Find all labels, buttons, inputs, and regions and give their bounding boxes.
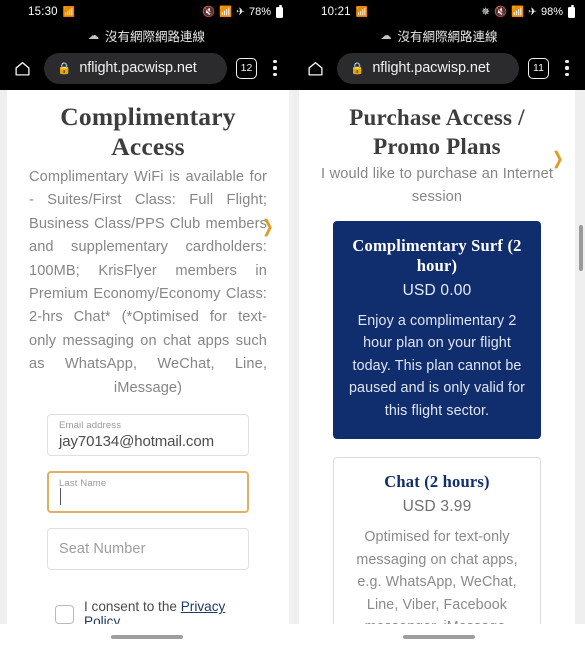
phone-screen-left: 15:30 📶 🔇 📶 ✈ 78% ☁ 沒有網際網路連線 🔒 nflight.p…	[0, 0, 293, 650]
page-edge-strip	[0, 90, 7, 624]
cloud-off-icon: ☁	[87, 29, 99, 42]
home-icon[interactable]	[9, 55, 35, 81]
offline-notification: ☁ 沒有網際網路連線	[0, 24, 293, 46]
status-bar: 10:21 📶 ✵ 🔇 📶 ✈ 98%	[293, 0, 585, 24]
status-clock: 10:21	[321, 6, 351, 18]
cloud-off-icon: ☁	[380, 29, 392, 42]
mute-icon: 🔇	[202, 5, 216, 18]
chevron-up-icon[interactable]: ❭	[261, 218, 275, 235]
page-title: Complimentary Access	[60, 102, 236, 161]
lock-icon: 🔒	[57, 63, 72, 75]
phone-screen-right: 10:21 📶 ✵ 🔇 📶 ✈ 98% ☁ 沒有網際網路連線 🔒 nflight…	[293, 0, 585, 650]
status-icons: ✵ 🔇 📶 ✈ 98%	[481, 0, 575, 24]
battery-icon	[568, 4, 575, 18]
page-viewport-left[interactable]: Complimentary Access Complimentary WiFi …	[0, 90, 293, 624]
url-text: nflight.pacwisp.net	[372, 60, 490, 76]
tab-switcher-button[interactable]: 12	[236, 57, 257, 79]
browser-toolbar: 🔒 nflight.pacwisp.net 12	[0, 46, 293, 90]
plan-card[interactable]: Complimentary Surf (2 hour) USD 0.00 Enj…	[333, 220, 541, 440]
kebab-menu-icon[interactable]	[558, 55, 576, 81]
lock-icon: 🔒	[350, 63, 365, 75]
page-viewport-right[interactable]: Purchase Access / Promo Plans I would li…	[293, 90, 585, 624]
tab-switcher-button[interactable]: 11	[528, 57, 549, 79]
wifi-icon: 📶	[355, 6, 369, 18]
seat-number-field[interactable]: Seat Number	[47, 528, 249, 571]
plan-name: Complimentary Surf (2 hour)	[352, 235, 522, 275]
last-name-field[interactable]: Last Name	[47, 471, 249, 514]
status-icons: 🔇 📶 ✈ 78%	[202, 0, 283, 24]
plan-description: Optimised for text-only messaging on cha…	[356, 529, 518, 624]
purchase-subtitle: I would like to purchase an Internet ses…	[321, 166, 553, 206]
offline-text: 沒有網際網路連線	[397, 29, 498, 44]
vertical-scrollbar[interactable]	[579, 225, 583, 271]
dual-screenshot-container: 15:30 📶 🔇 📶 ✈ 78% ☁ 沒有網際網路連線 🔒 nflight.p…	[0, 0, 585, 650]
mute-icon: 🔇	[494, 5, 508, 18]
url-text: nflight.pacwisp.net	[79, 60, 197, 76]
offline-text: 沒有網際網路連線	[104, 29, 205, 44]
airplane-mode-icon: ✈	[528, 5, 537, 18]
address-bar[interactable]: 🔒 nflight.pacwisp.net	[337, 52, 519, 84]
page-title: Purchase Access / Promo Plans	[349, 105, 525, 159]
battery-percent: 78%	[248, 6, 271, 18]
kebab-menu-icon[interactable]	[266, 55, 284, 81]
text-cursor	[60, 488, 62, 506]
email-field-label: Email address	[59, 420, 122, 432]
wifi-icon: 📶	[511, 5, 525, 18]
bluetooth-icon: ✵	[481, 5, 490, 18]
plan-price: USD 3.99	[402, 498, 472, 516]
offline-notification: ☁ 沒有網際網路連線	[293, 24, 585, 46]
web-page-left: Complimentary Access Complimentary WiFi …	[7, 90, 289, 624]
page-edge-strip-right	[575, 90, 585, 624]
connect-form: Email address jay70134@hotmail.com Last …	[29, 414, 267, 624]
plan-name: Chat (2 hours)	[384, 472, 490, 492]
consent-label: I consent to the Privacy Policy	[84, 599, 247, 624]
last-name-field-label: Last Name	[59, 478, 107, 490]
status-bar: 15:30 📶 🔇 📶 ✈ 78%	[0, 0, 293, 24]
plan-card[interactable]: Chat (2 hours) USD 3.99 Optimised for te…	[333, 457, 541, 624]
plan-description: Enjoy a complimentary 2 hour plan on you…	[348, 312, 526, 419]
access-description: Complimentary WiFi is available for - Su…	[29, 169, 267, 396]
plan-price: USD 0.00	[402, 281, 472, 299]
chevron-up-icon[interactable]: ❭	[551, 150, 565, 167]
wifi-icon: 📶	[219, 5, 233, 18]
web-page-right: Purchase Access / Promo Plans I would li…	[299, 90, 575, 624]
gesture-navigation-bar[interactable]	[0, 624, 293, 650]
email-field[interactable]: Email address jay70134@hotmail.com	[47, 414, 249, 457]
purchase-access-panel: Purchase Access / Promo Plans I would li…	[299, 90, 575, 624]
wifi-icon: 📶	[62, 6, 76, 18]
home-icon[interactable]	[302, 55, 328, 81]
plan-card-list: Complimentary Surf (2 hour) USD 0.00 Enj…	[321, 220, 553, 624]
consent-prefix-text: I consent to the	[84, 599, 181, 615]
status-clock: 15:30	[28, 6, 58, 18]
address-bar[interactable]: 🔒 nflight.pacwisp.net	[44, 52, 227, 84]
battery-icon	[276, 4, 283, 18]
complimentary-access-panel: Complimentary Access Complimentary WiFi …	[7, 90, 289, 624]
consent-row: I consent to the Privacy Policy	[47, 585, 249, 624]
battery-percent: 98%	[540, 6, 563, 18]
seat-number-placeholder: Seat Number	[59, 541, 146, 558]
consent-checkbox[interactable]	[55, 604, 74, 624]
email-field-value: jay70134@hotmail.com	[59, 433, 214, 451]
browser-toolbar: 🔒 nflight.pacwisp.net 11	[293, 46, 585, 90]
gesture-navigation-bar[interactable]	[293, 624, 585, 650]
airplane-mode-icon: ✈	[236, 5, 245, 18]
